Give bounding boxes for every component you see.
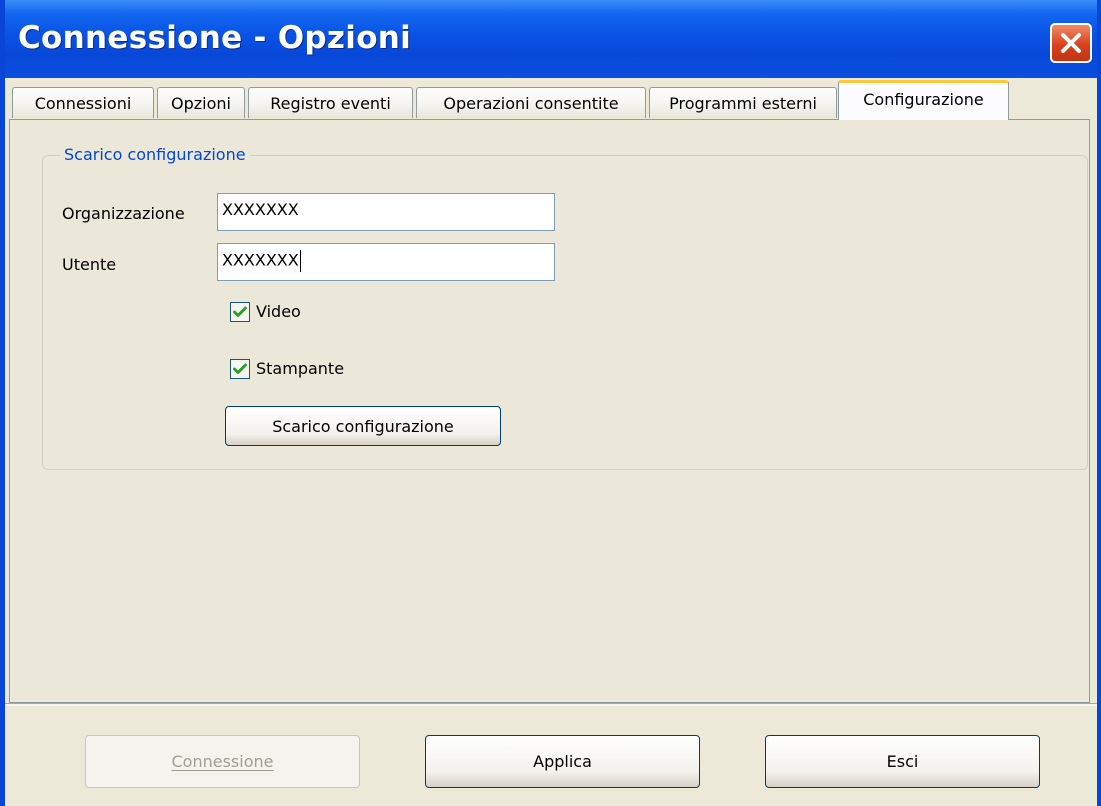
download-config-button[interactable]: Scarico configurazione (225, 406, 501, 446)
tab-programmi-esterni[interactable]: Programmi esterni (649, 87, 837, 118)
tab-configurazione[interactable]: Configurazione (838, 80, 1009, 120)
button-label: Scarico configurazione (272, 416, 454, 436)
organization-input[interactable]: XXXXXXX (217, 193, 555, 231)
title-bar[interactable]: Connessione - Opzioni (5, 0, 1097, 78)
tab-strip: Connessioni Opzioni Registro eventi Oper… (5, 78, 1097, 120)
tab-registro-eventi[interactable]: Registro eventi (248, 87, 413, 118)
user-label: Utente (62, 255, 117, 274)
exit-button[interactable]: Esci (765, 735, 1040, 788)
window-title: Connessione - Opzioni (18, 20, 412, 56)
printer-checkbox[interactable] (230, 359, 250, 379)
footer-separator (5, 703, 1097, 706)
printer-label[interactable]: Stampante (256, 359, 344, 378)
apply-button[interactable]: Applica (425, 735, 700, 788)
user-value: XXXXXXX (222, 250, 299, 270)
tab-label: Opzioni (171, 93, 231, 113)
button-label: Applica (533, 752, 592, 771)
tab-label: Registro eventi (270, 93, 391, 113)
tab-operazioni-consentite[interactable]: Operazioni consentite (416, 87, 646, 118)
organization-label: Organizzazione (62, 204, 185, 223)
tab-label: Configurazione (863, 90, 984, 109)
tab-label: Programmi esterni (669, 93, 817, 113)
video-checkbox[interactable] (230, 302, 250, 322)
tab-connessioni[interactable]: Connessioni (12, 87, 154, 118)
organization-value: XXXXXXX (222, 200, 299, 219)
button-label: Connessione (171, 752, 274, 771)
button-label: Esci (886, 752, 919, 771)
video-label[interactable]: Video (256, 302, 301, 321)
options-window: Connessione - Opzioni Connessioni Opzion… (0, 0, 1101, 806)
tab-label: Connessioni (34, 93, 132, 113)
checkmark-icon (233, 363, 247, 374)
tab-opzioni[interactable]: Opzioni (157, 87, 245, 118)
text-caret (299, 250, 301, 272)
checkmark-icon (233, 306, 247, 317)
connect-button[interactable]: Connessione (85, 735, 360, 788)
user-input[interactable]: XXXXXXX (217, 243, 555, 281)
tab-label: Operazioni consentite (443, 93, 619, 113)
group-legend: Scarico configurazione (60, 145, 250, 164)
close-button[interactable] (1050, 23, 1092, 63)
close-icon (1061, 33, 1081, 53)
config-download-group (42, 155, 1088, 470)
